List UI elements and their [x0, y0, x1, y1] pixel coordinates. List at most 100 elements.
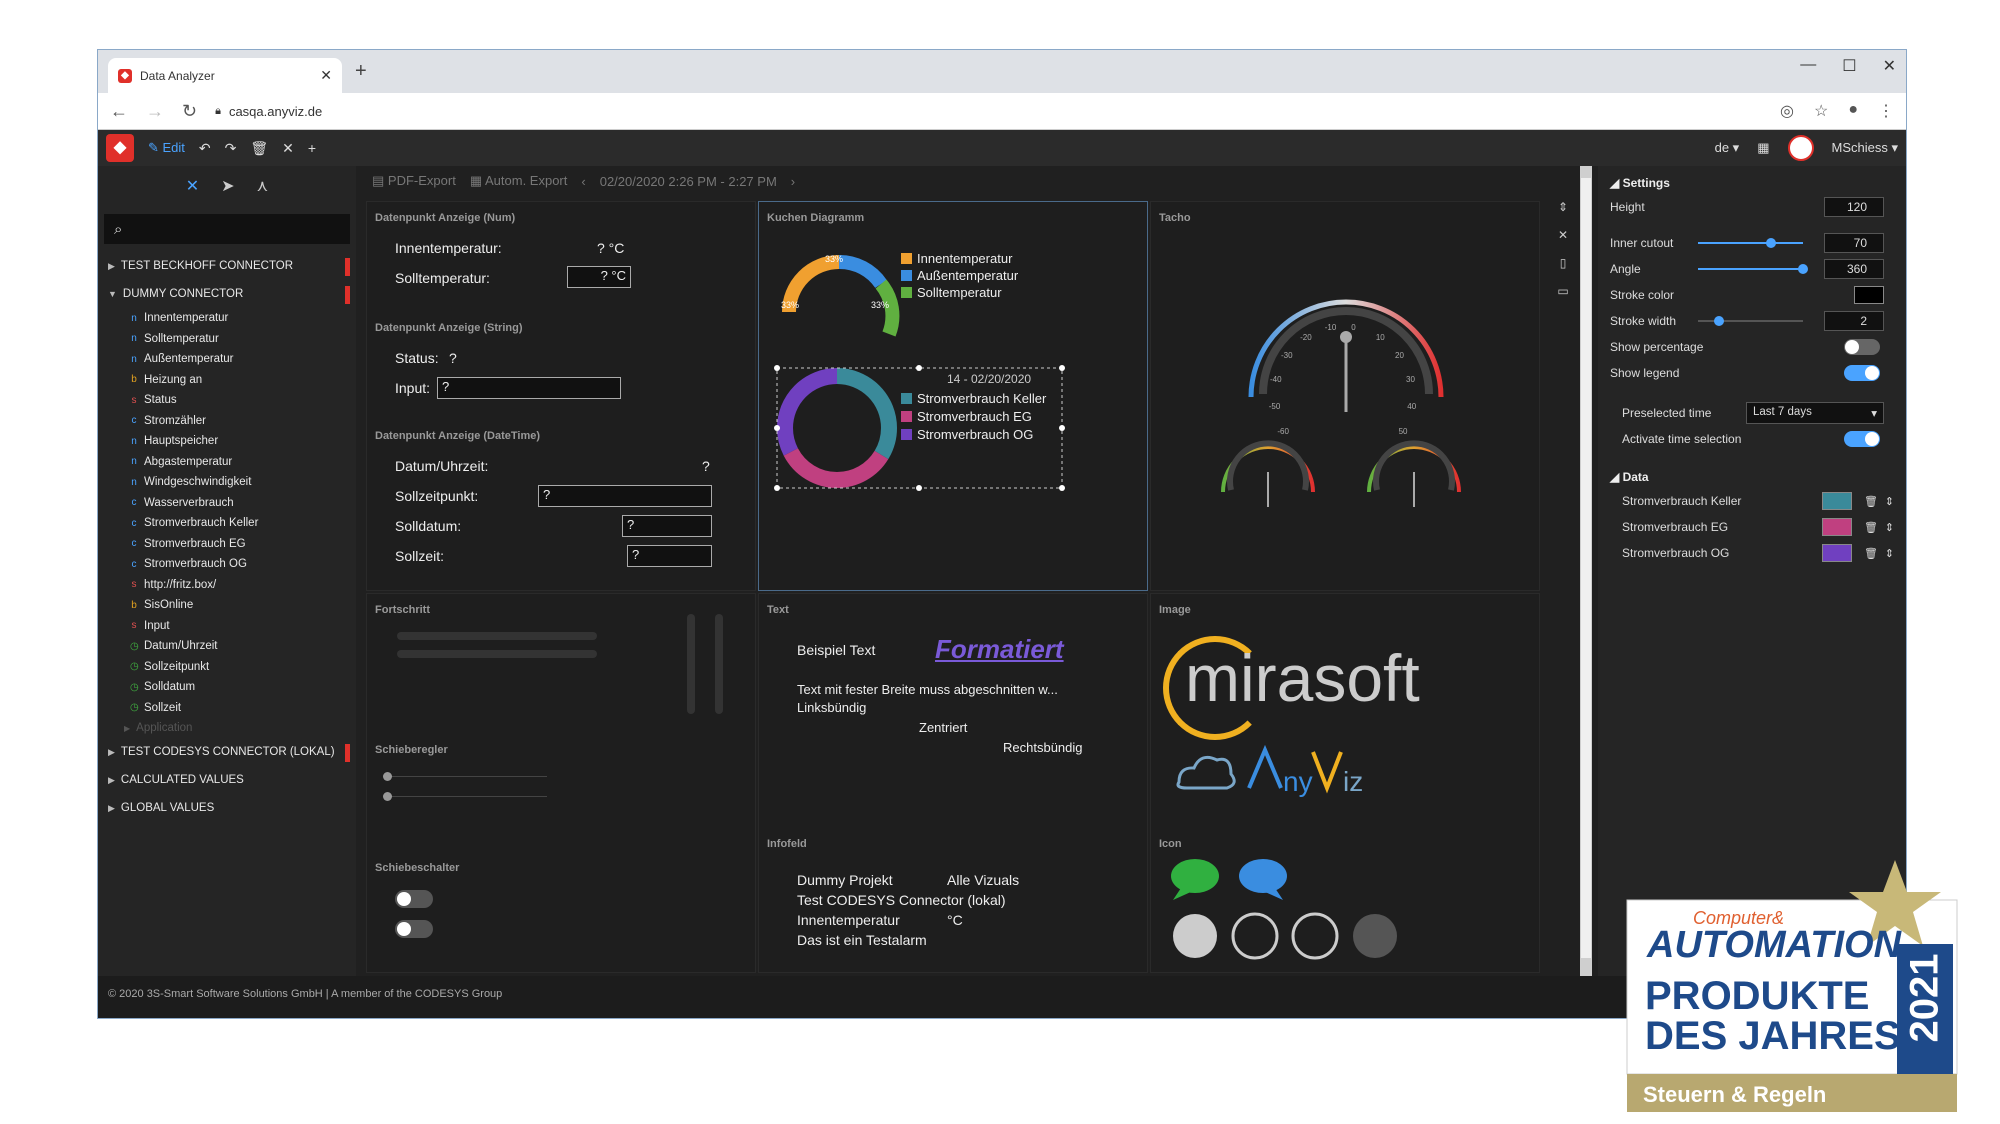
reload-icon[interactable]: ↻	[182, 101, 197, 122]
language-select[interactable]: de ▾	[1715, 140, 1740, 156]
stroke-width-slider[interactable]	[1698, 316, 1803, 326]
application-item[interactable]: ▶ Application	[98, 718, 356, 738]
solldatum-input[interactable]: ?	[622, 515, 712, 537]
stroke-color-swatch[interactable]	[1854, 286, 1884, 304]
datapoint-item[interactable]: n Innentemperatur	[98, 308, 356, 329]
maximize-icon[interactable]: ☐	[1842, 56, 1856, 76]
autom-export-button[interactable]: ▦ Autom. Export	[470, 173, 568, 189]
preselected-time-select[interactable]: Last 7 days ▾	[1746, 402, 1884, 424]
datapoint-item[interactable]: c Stromverbrauch Keller	[98, 513, 356, 534]
data-series-color[interactable]	[1822, 544, 1852, 562]
angle-input[interactable]: 360	[1824, 259, 1884, 279]
dashboard-scrollbar[interactable]	[1580, 166, 1592, 976]
user-menu[interactable]: MSchiess ▾	[1832, 140, 1899, 156]
datapoint-item[interactable]: c Stromverbrauch OG	[98, 554, 356, 575]
stroke-width-input[interactable]: 2	[1824, 311, 1884, 331]
show-legend-toggle[interactable]	[1844, 365, 1880, 381]
sollzeit-input[interactable]: ?	[627, 545, 712, 567]
datapoint-item[interactable]: n Außentemperatur	[98, 349, 356, 370]
toggle-switch[interactable]	[395, 890, 433, 908]
datapoint-item[interactable]: n Windgeschwindigkeit	[98, 472, 356, 493]
reorder-series-icon[interactable]: ⇕	[1885, 495, 1894, 508]
location-icon[interactable]: ◎	[1780, 101, 1794, 121]
remove-panel-icon[interactable]: ✕	[1558, 228, 1568, 242]
time-range[interactable]: 02/20/2020 2:26 PM - 2:27 PM	[600, 174, 777, 189]
activate-time-toggle[interactable]	[1844, 431, 1880, 447]
show-percentage-toggle[interactable]	[1844, 339, 1880, 355]
close-icon[interactable]: ✕	[282, 140, 294, 157]
delete-series-icon[interactable]: 🗑︎	[1864, 547, 1878, 560]
delete-series-icon[interactable]: 🗑︎	[1864, 521, 1878, 534]
datapoint-item[interactable]: n Solltemperatur	[98, 329, 356, 350]
resize-handle[interactable]	[916, 365, 922, 371]
datapoint-item[interactable]: ◷ Sollzeit	[98, 698, 356, 719]
connector-item[interactable]: ▶ CALCULATED VALUES	[98, 766, 356, 794]
datapoint-item[interactable]: n Hauptspeicher	[98, 431, 356, 452]
slider-knob[interactable]	[383, 772, 392, 781]
avatar[interactable]	[1787, 135, 1814, 161]
data-series-color[interactable]	[1822, 518, 1852, 536]
browser-tab[interactable]: ◆ Data Analyzer ✕	[108, 58, 342, 93]
move-icon[interactable]: ⇕	[1558, 200, 1568, 214]
data-section-header[interactable]: ◢ Data	[1598, 460, 1906, 488]
connector-item[interactable]: ▶ TEST BECKHOFF CONNECTOR	[98, 252, 356, 280]
connector-item[interactable]: ▼ DUMMY CONNECTOR	[98, 280, 356, 308]
apps-grid-icon[interactable]: ▦	[1757, 140, 1769, 156]
sollzeitpunkt-input[interactable]: ?	[538, 485, 712, 507]
redo-icon[interactable]: ↷	[225, 140, 237, 157]
datapoint-item[interactable]: c Stromzähler	[98, 411, 356, 432]
panel-image[interactable]: Image mirasoft ny iz Icon	[1150, 593, 1540, 973]
delete-series-icon[interactable]: 🗑︎	[1864, 495, 1878, 508]
new-tab-icon[interactable]: +	[355, 60, 367, 83]
datapoint-item[interactable]: s http://fritz.box/	[98, 575, 356, 596]
anyviz-logo-icon[interactable]: ◆	[106, 134, 134, 162]
sidebar-search-input[interactable]: ⌕	[104, 214, 350, 244]
inner-cutout-input[interactable]: 70	[1824, 233, 1884, 253]
panel-datenpunkt[interactable]: Datenpunkt Anzeige (Num) Innentemperatur…	[366, 201, 756, 591]
angle-slider[interactable]	[1698, 264, 1808, 274]
datapoint-item[interactable]: ◷ Datum/Uhrzeit	[98, 636, 356, 657]
datapoint-item[interactable]: c Stromverbrauch EG	[98, 534, 356, 555]
datapoint-item[interactable]: b SisOnline	[98, 595, 356, 616]
slider-track[interactable]	[387, 776, 547, 777]
panel-kuchen-diagramm[interactable]: Kuchen Diagramm 33% 33% 33% Innentempera…	[758, 201, 1148, 591]
reorder-series-icon[interactable]: ⇕	[1885, 547, 1894, 560]
resize-handle[interactable]	[916, 485, 922, 491]
time-next-icon[interactable]: ›	[791, 174, 795, 189]
delete-icon[interactable]: 🗑︎	[250, 140, 268, 157]
resize-handle[interactable]	[1059, 365, 1065, 371]
structure-icon[interactable]: ⋏	[257, 176, 269, 196]
settings-section-header[interactable]: ◢ Settings	[1598, 166, 1906, 194]
datapoint-item[interactable]: ◷ Sollzeitpunkt	[98, 657, 356, 678]
datapoint-item[interactable]: n Abgastemperatur	[98, 452, 356, 473]
minimize-icon[interactable]: —	[1800, 56, 1816, 76]
datapoint-item[interactable]: c Wasserverbrauch	[98, 493, 356, 514]
time-prev-icon[interactable]: ‹	[581, 174, 585, 189]
bookmark-star-icon[interactable]: ☆	[1814, 101, 1828, 121]
edit-button[interactable]: ✎ Edit	[148, 140, 185, 156]
profile-icon[interactable]: ●	[1848, 101, 1858, 121]
slider-track[interactable]	[387, 796, 547, 797]
panel-text[interactable]: Text Beispiel Text Formatiert Text mit f…	[758, 593, 1148, 973]
solltemp-input[interactable]: ? °C	[567, 266, 631, 288]
resize-handle[interactable]	[774, 365, 780, 371]
data-series-color[interactable]	[1822, 492, 1852, 510]
resize-handle[interactable]	[1059, 425, 1065, 431]
connector-item[interactable]: ▶ GLOBAL VALUES	[98, 794, 356, 822]
datapoint-item[interactable]: b Heizung an	[98, 370, 356, 391]
scroll-thumb[interactable]	[1581, 178, 1591, 958]
datapoint-item[interactable]: s Status	[98, 390, 356, 411]
slider-knob[interactable]	[1766, 238, 1777, 248]
add-icon[interactable]: +	[308, 140, 316, 156]
forward-icon[interactable]: →	[146, 101, 164, 122]
undo-icon[interactable]: ↶	[199, 140, 211, 157]
inner-cutout-slider[interactable]	[1698, 238, 1803, 248]
connector-item[interactable]: ▶ TEST CODESYS CONNECTOR (LOKAL)	[98, 738, 356, 766]
slider-knob[interactable]	[1797, 264, 1808, 274]
close-window-icon[interactable]: ✕	[1883, 56, 1896, 76]
tab-close-icon[interactable]: ✕	[320, 67, 332, 84]
slider-knob[interactable]	[1713, 316, 1724, 326]
desktop-icon[interactable]: ▭	[1557, 284, 1568, 298]
toggle-switch[interactable]	[395, 920, 433, 938]
resize-handle[interactable]	[774, 485, 780, 491]
